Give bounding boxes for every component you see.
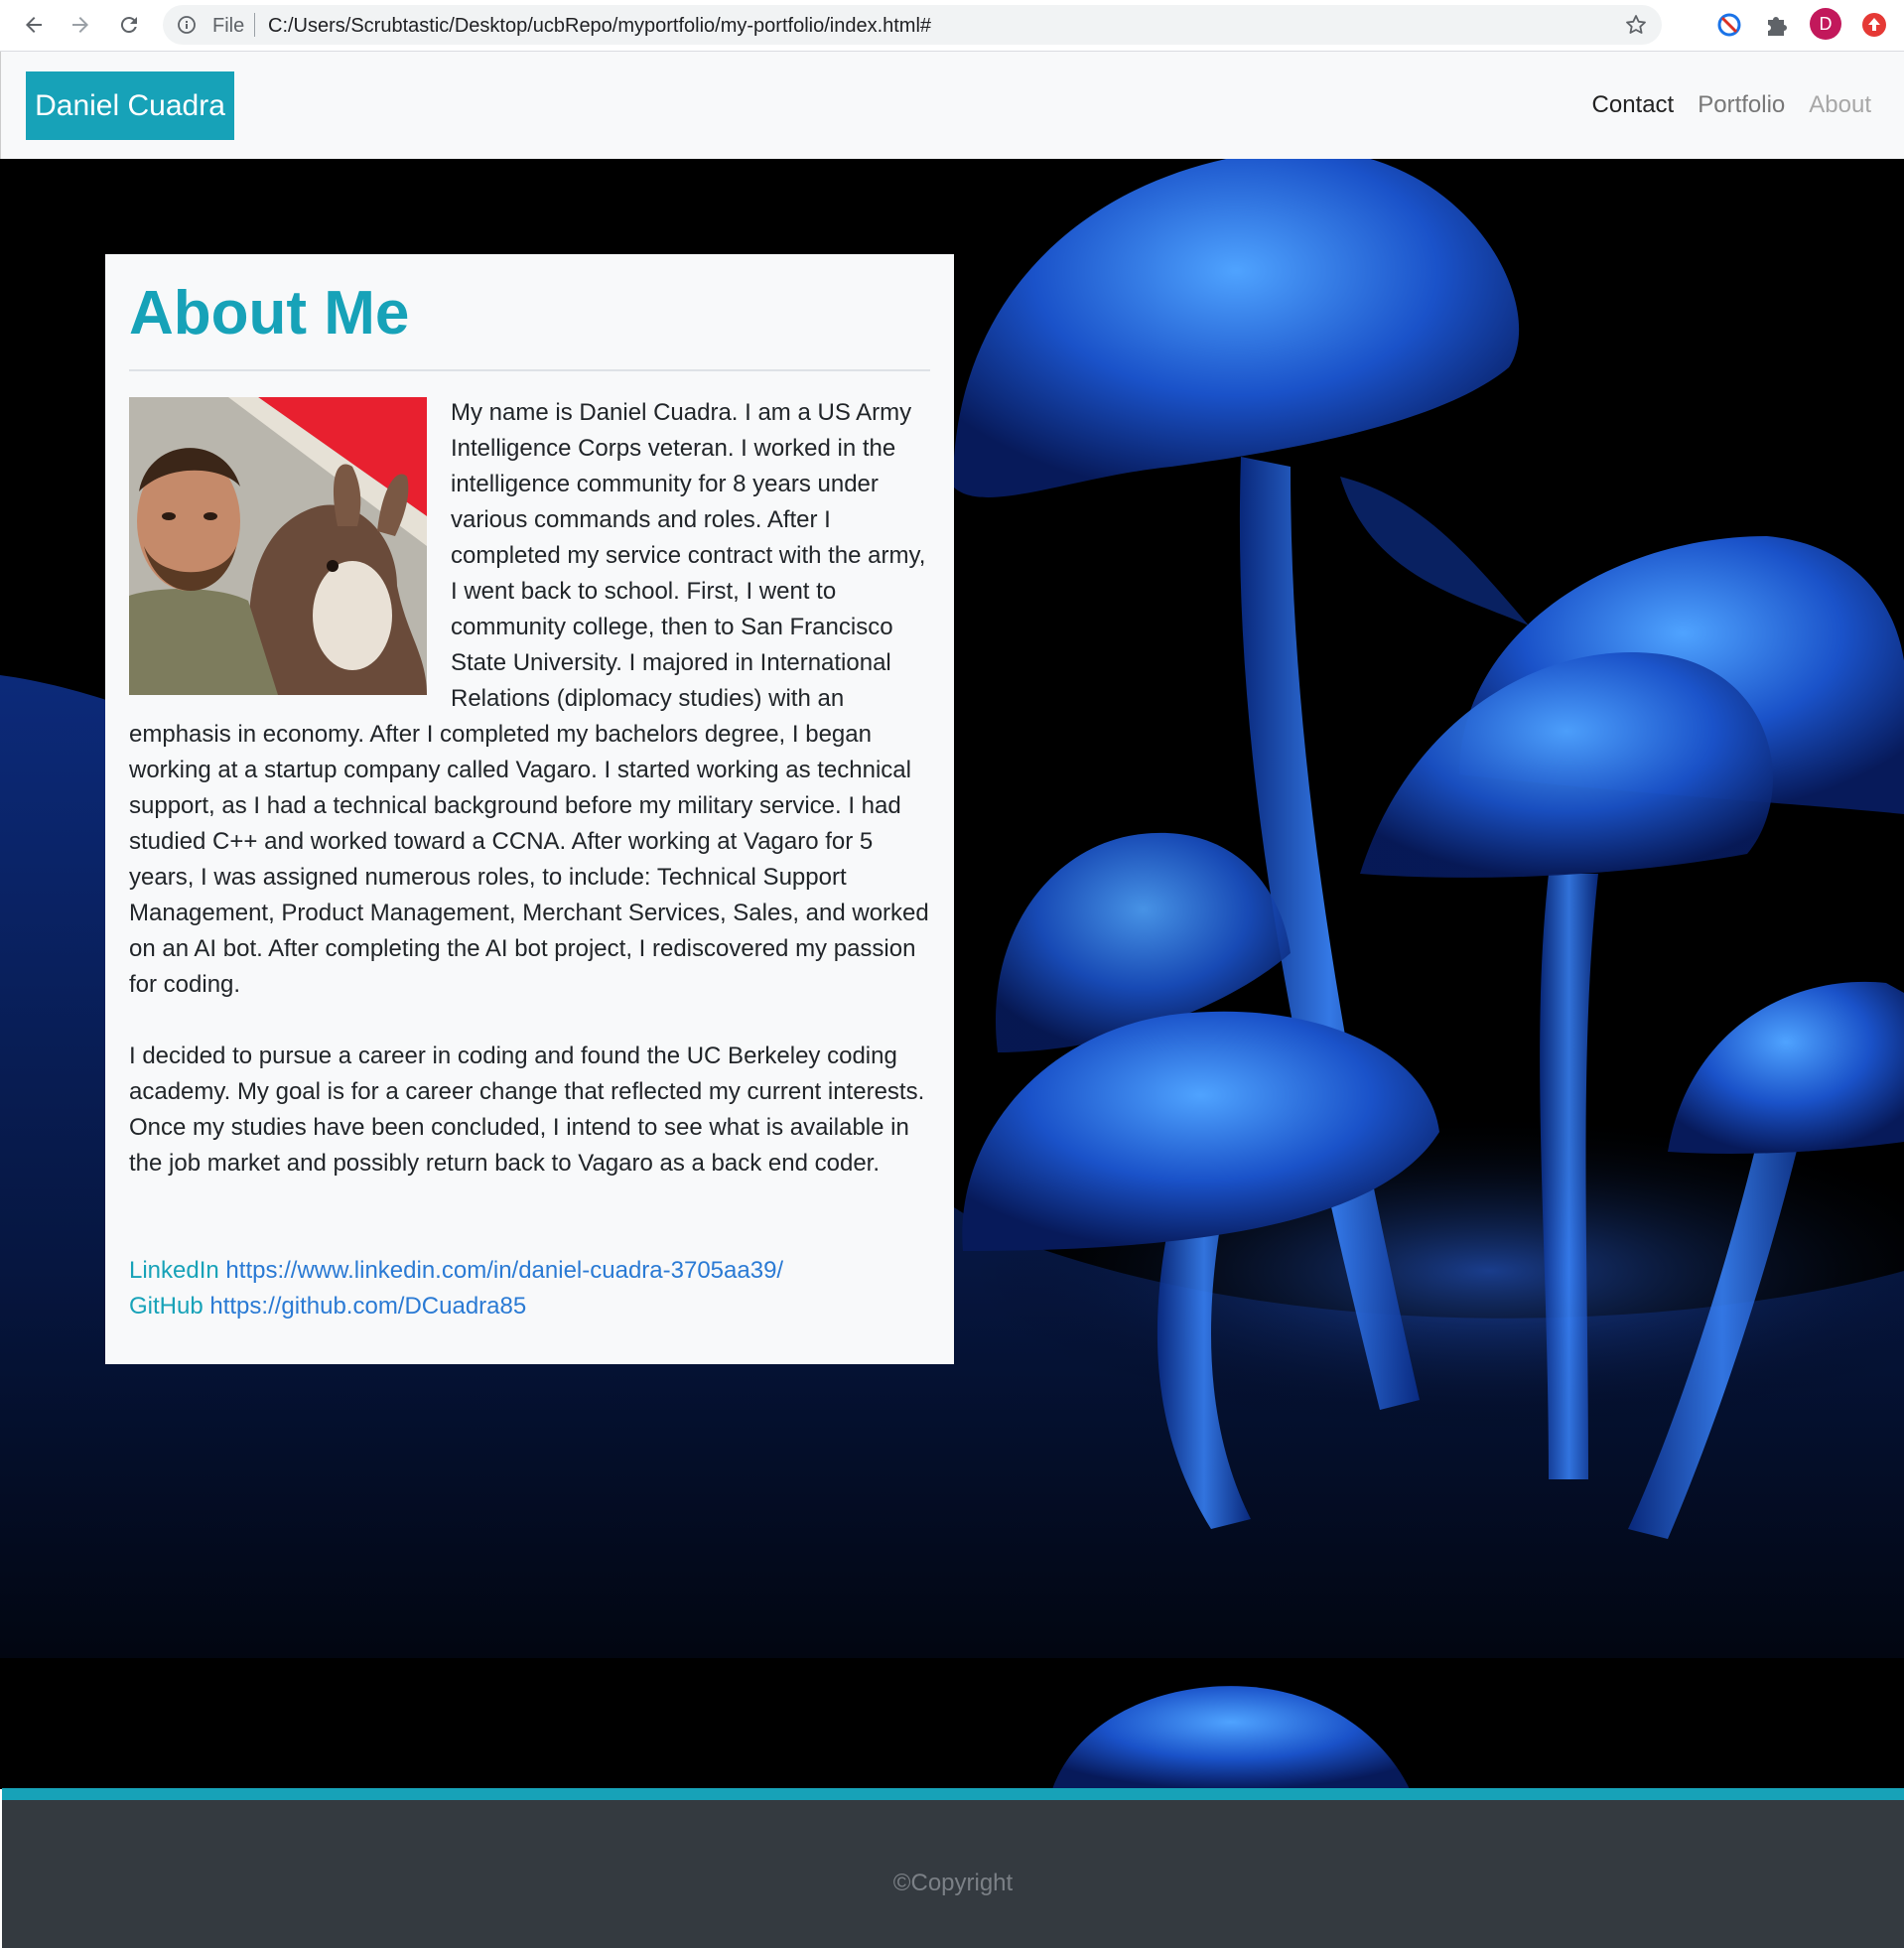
blocker-extension-icon[interactable]	[1714, 10, 1744, 40]
extensions-puzzle-icon[interactable]	[1762, 10, 1792, 40]
nav-link-portfolio[interactable]: Portfolio	[1698, 91, 1785, 119]
linkedin-url: https://www.linkedin.com/in/daniel-cuadr…	[225, 1257, 784, 1284]
address-divider	[254, 13, 255, 37]
site-navbar: Daniel Cuadra Contact Portfolio About	[0, 52, 1904, 159]
nav-link-about[interactable]: About	[1809, 91, 1871, 119]
profile-avatar[interactable]: D	[1810, 8, 1841, 40]
brand-logo-button[interactable]: Daniel Cuadra	[26, 71, 234, 140]
about-card: About Me My name is Daniel Cuadra. I am …	[105, 254, 954, 1364]
copyright-text: ©Copyright	[892, 1870, 1014, 1896]
linkedin-label: LinkedIn	[129, 1257, 219, 1284]
forward-button[interactable]	[65, 9, 96, 41]
reload-button[interactable]	[113, 9, 145, 41]
github-label: GitHub	[129, 1293, 204, 1320]
github-link[interactable]: GitHub https://github.com/DCuadra85	[129, 1293, 526, 1320]
heading-divider	[129, 369, 930, 371]
nav-link-contact[interactable]: Contact	[1592, 91, 1675, 119]
linkedin-link[interactable]: LinkedIn https://www.linkedin.com/in/dan…	[129, 1257, 783, 1284]
portrait-with-llama-image	[129, 397, 427, 695]
address-bar[interactable]: File C:/Users/Scrubtastic/Desktop/ucbRep…	[163, 5, 1662, 45]
url-text[interactable]: C:/Users/Scrubtastic/Desktop/ucbRepo/myp…	[268, 15, 931, 38]
site-footer: ©Copyright	[2, 1788, 1904, 1948]
back-arrow-icon	[26, 17, 42, 33]
profile-photo	[129, 397, 427, 695]
forward-arrow-icon	[72, 17, 88, 33]
nav-links: Contact Portfolio About	[1592, 91, 1871, 119]
file-scheme-label: File	[212, 15, 245, 37]
reload-icon	[120, 17, 137, 34]
about-paragraph-2: I decided to pursue a career in coding a…	[129, 1043, 925, 1177]
update-arrow-icon[interactable]	[1859, 10, 1889, 40]
about-heading: About Me	[129, 279, 410, 348]
github-url: https://github.com/DCuadra85	[209, 1293, 527, 1320]
social-links: LinkedIn https://www.linkedin.com/in/dan…	[129, 1253, 930, 1324]
browser-toolbar: File C:/Users/Scrubtastic/Desktop/ucbRep…	[0, 0, 1904, 52]
back-button[interactable]	[18, 9, 50, 41]
bookmark-star-icon[interactable]	[1624, 13, 1648, 37]
info-icon[interactable]	[177, 15, 197, 35]
